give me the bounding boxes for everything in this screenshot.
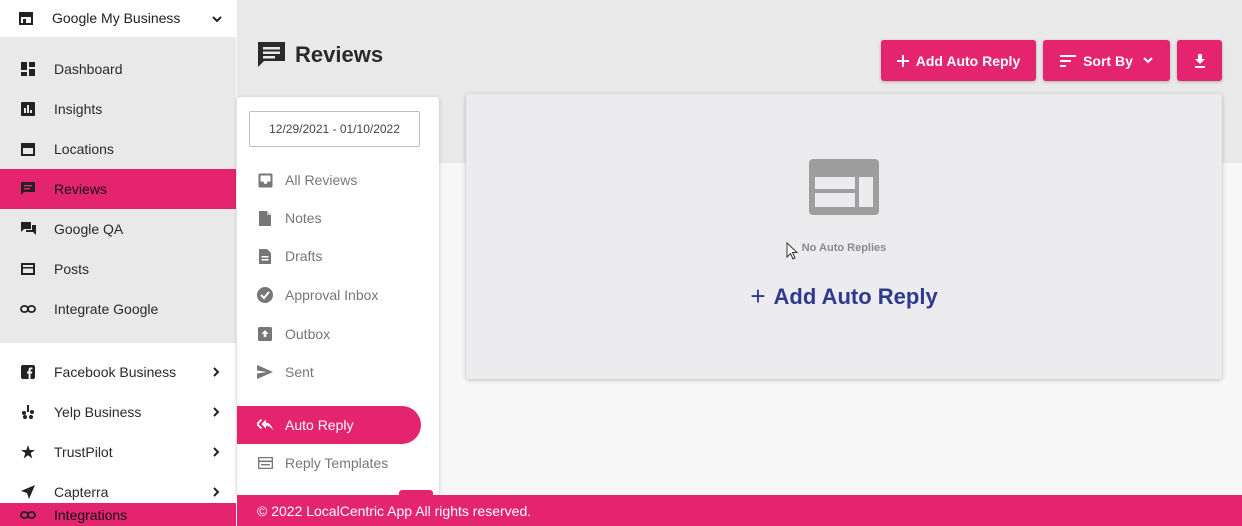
sort-by-label: Sort By — [1083, 52, 1133, 69]
filter-notes[interactable]: Notes — [237, 199, 439, 237]
copyright-text: © 2022 LocalCentric App All rights reser… — [257, 502, 532, 519]
chevron-right-icon — [213, 484, 220, 500]
empty-state-text: No Auto Replies — [801, 242, 887, 254]
sidebar-item-label: Google QA — [54, 221, 124, 237]
sidebar-google-menu: Dashboard Insights Locations Reviews Goo… — [0, 37, 236, 343]
sidebar-item-trustpilot[interactable]: TrustPilot — [0, 432, 236, 472]
sidebar-item-label: Capterra — [54, 484, 109, 500]
filter-label: Notes — [285, 210, 322, 226]
filter-label: Reply Templates — [285, 455, 389, 471]
add-auto-reply-link[interactable]: + Add Auto Reply — [466, 281, 1222, 312]
star-icon — [20, 444, 36, 460]
sidebar-section-google-my-business[interactable]: Google My Business — [0, 0, 236, 35]
sort-icon — [1060, 54, 1077, 67]
sidebar-item-locations[interactable]: Locations — [0, 129, 236, 169]
storefront-icon — [20, 141, 36, 157]
sidebar-item-label: Reviews — [54, 181, 107, 197]
send-icon — [257, 364, 273, 380]
web-layout-icon — [809, 159, 879, 220]
footer: © 2022 LocalCentric App All rights reser… — [237, 495, 1242, 526]
chevron-right-icon — [213, 404, 220, 420]
sidebar-item-label: TrustPilot — [54, 444, 113, 460]
sidebar-item-dashboard[interactable]: Dashboard — [0, 49, 236, 89]
sidebar-item-label: Yelp Business — [54, 404, 142, 420]
sidebar-item-label: Posts — [54, 261, 90, 277]
filter-label: Auto Reply — [285, 417, 354, 433]
page-title: Reviews — [258, 42, 383, 68]
sidebar-item-insights[interactable]: Insights — [0, 89, 236, 129]
sidebar-item-google-qa[interactable]: Google QA — [0, 209, 236, 249]
outbox-icon — [257, 326, 273, 342]
post-icon — [20, 261, 36, 277]
add-auto-reply-link-label: Add Auto Reply — [773, 283, 938, 309]
sidebar-item-integrate-google[interactable]: Integrate Google — [0, 289, 236, 329]
comment-icon — [20, 181, 36, 197]
draft-icon — [257, 248, 273, 264]
navigation-icon — [20, 484, 36, 500]
sidebar: Google My Business Dashboard Insights Lo… — [0, 0, 236, 526]
sidebar-item-label: Facebook Business — [54, 364, 177, 380]
review-filter-panel: 12/29/2021 - 01/10/2022 All Reviews Note… — [237, 97, 439, 498]
chevron-right-icon — [213, 364, 220, 380]
sidebar-item-label: Dashboard — [54, 61, 123, 77]
filter-label: Drafts — [285, 248, 323, 264]
sidebar-item-label: Insights — [54, 101, 103, 117]
filter-auto-reply[interactable]: Auto Reply — [237, 406, 421, 444]
sidebar-item-integrations[interactable]: Integrations — [0, 503, 236, 526]
chevron-down-icon — [212, 10, 222, 26]
sidebar-item-label: Integrations — [54, 506, 128, 523]
bar-chart-icon — [20, 101, 36, 117]
add-auto-reply-label: Add Auto Reply — [915, 52, 1021, 69]
filter-sent[interactable]: Sent — [237, 353, 439, 391]
sort-by-button[interactable]: Sort By — [1043, 40, 1170, 81]
inbox-icon — [257, 172, 273, 188]
yelp-icon — [20, 404, 36, 420]
filter-label: Sent — [285, 364, 314, 380]
sidebar-item-facebook-business[interactable]: Facebook Business — [0, 352, 236, 392]
sidebar-item-posts[interactable]: Posts — [0, 249, 236, 289]
filter-drafts[interactable]: Drafts — [237, 237, 439, 275]
dashboard-icon — [20, 61, 36, 77]
sidebar-item-label: Locations — [54, 141, 114, 157]
chevron-down-icon — [1143, 57, 1153, 64]
plus-icon: + — [750, 281, 766, 311]
filter-label: Outbox — [285, 326, 331, 342]
filter-approval-inbox[interactable]: Approval Inbox — [237, 276, 439, 314]
sidebar-section-label: Google My Business — [52, 9, 181, 26]
facebook-icon — [20, 364, 36, 380]
note-icon — [257, 210, 273, 226]
filter-outbox[interactable]: Outbox — [237, 315, 439, 353]
forum-icon — [20, 221, 36, 237]
page-title-text: Reviews — [295, 42, 384, 67]
reply-all-icon — [257, 417, 273, 433]
check-circle-icon — [257, 287, 273, 303]
store-icon — [18, 10, 34, 26]
filter-all-reviews[interactable]: All Reviews — [237, 161, 439, 199]
template-icon — [257, 455, 273, 471]
plus-icon — [896, 54, 909, 67]
sidebar-item-label: Integrate Google — [54, 301, 159, 317]
add-auto-reply-button[interactable]: Add Auto Reply — [881, 40, 1036, 81]
download-icon — [1194, 53, 1206, 68]
sidebar-other-platforms: Facebook Business Yelp Business TrustPil… — [0, 352, 236, 512]
link-icon — [20, 510, 36, 519]
download-button[interactable] — [1177, 40, 1222, 81]
sidebar-item-reviews[interactable]: Reviews — [0, 169, 236, 209]
chevron-right-icon — [213, 444, 220, 460]
link-icon — [20, 301, 36, 317]
filter-label: All Reviews — [285, 172, 358, 188]
auto-reply-empty-card: No Auto Replies + Add Auto Reply — [466, 94, 1222, 379]
date-range-picker[interactable]: 12/29/2021 - 01/10/2022 — [249, 111, 420, 147]
filter-label: Approval Inbox — [285, 287, 379, 303]
sidebar-item-yelp-business[interactable]: Yelp Business — [0, 392, 236, 432]
comment-icon — [258, 42, 285, 68]
filter-reply-templates[interactable]: Reply Templates — [237, 444, 439, 482]
